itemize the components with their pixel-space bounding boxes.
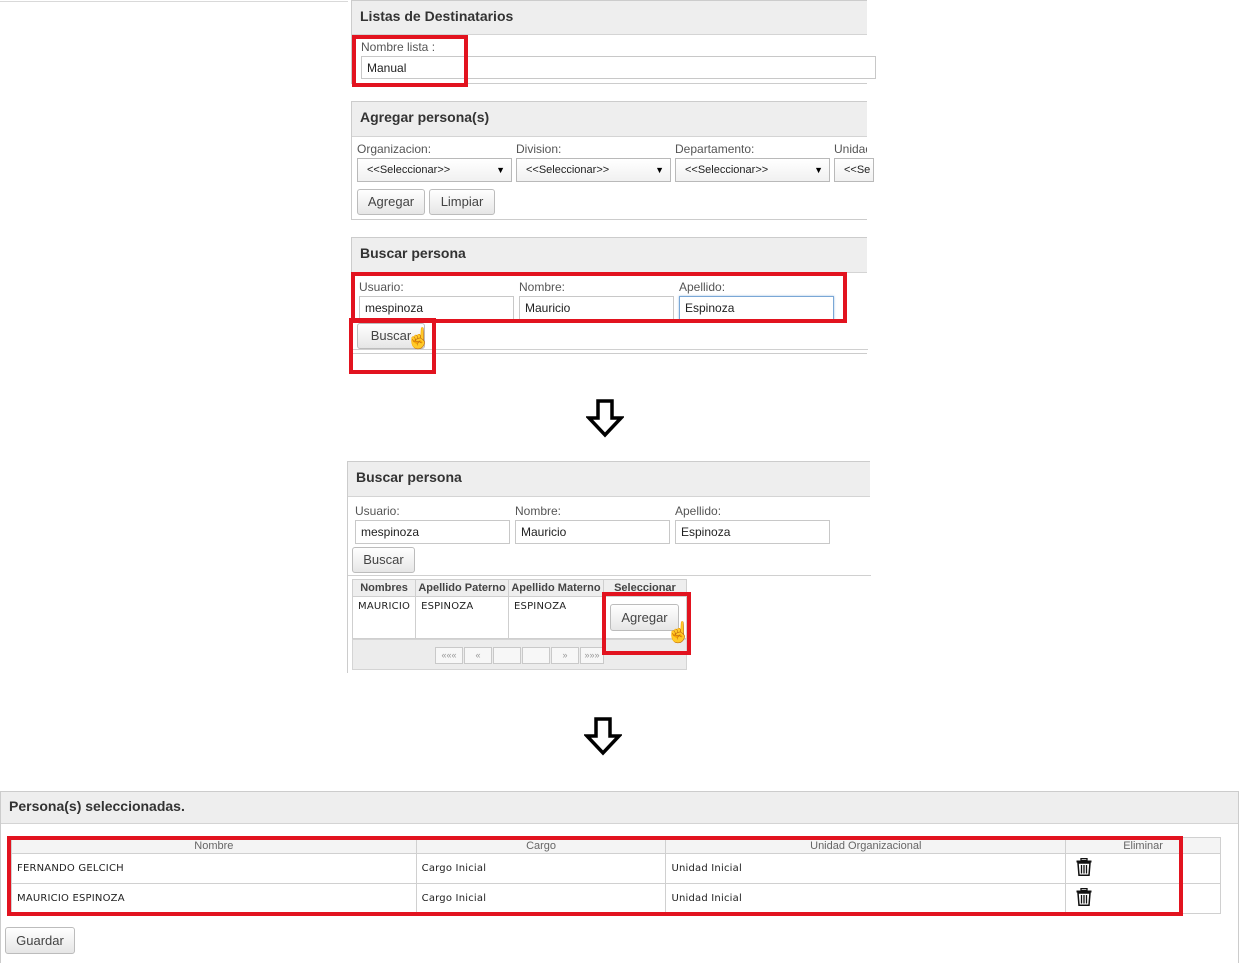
col-apellido-materno: Apellido Materno	[508, 579, 604, 597]
list-panel-title: Listas de Destinatarios	[352, 1, 867, 35]
division-select[interactable]: <<Seleccionar>> ▼	[516, 158, 671, 182]
departamento-label: Departamento:	[675, 142, 755, 156]
organizacion-select[interactable]: <<Seleccionar>> ▼	[357, 158, 512, 182]
chevron-down-icon: ▼	[814, 165, 823, 175]
cell-unidad: Unidad Inicial	[665, 883, 1067, 914]
col-apellido-paterno: Apellido Paterno	[415, 579, 510, 597]
chevron-down-icon: ▼	[655, 165, 664, 175]
col-eliminar: Eliminar	[1065, 837, 1221, 854]
add-person-panel: Agregar persona(s) Organizacion: <<Selec…	[351, 101, 874, 220]
pager-page-a[interactable]	[493, 647, 521, 664]
cell-eliminar	[1065, 853, 1221, 884]
search-panel-title: Buscar persona	[352, 238, 867, 273]
list-name-label: Nombre lista :	[361, 40, 436, 54]
cell-nombre: MAURICIO ESPINOZA	[11, 883, 417, 914]
departamento-value: <<Seleccionar>>	[685, 164, 769, 176]
unidad-label: Unidad	[834, 142, 867, 156]
table-row: FERNANDO GELCICH Cargo Inicial Unidad In…	[11, 853, 1221, 884]
lastname-label-2: Apellido:	[675, 504, 722, 518]
cell-unidad: Unidad Inicial	[665, 853, 1067, 884]
cell-materno: ESPINOZA	[508, 596, 604, 639]
col-nombres: Nombres	[351, 579, 417, 597]
trash-icon[interactable]	[1076, 887, 1092, 907]
chevron-down-icon: ▼	[496, 165, 505, 175]
col-unidad: Unidad Organizacional	[665, 837, 1067, 854]
col-seleccionar: Seleccionar	[602, 579, 688, 597]
user-label-2: Usuario:	[355, 504, 400, 518]
user-input[interactable]: mespinoza	[359, 296, 514, 320]
panel-bottom-rule-2	[348, 575, 871, 576]
departamento-select[interactable]: <<Seleccionar>> ▼	[675, 158, 830, 182]
organizacion-value: <<Seleccionar>>	[367, 164, 451, 176]
pager-last[interactable]: »»»	[580, 647, 604, 664]
add-person-button[interactable]: Agregar	[357, 189, 425, 215]
list-name-input[interactable]: Manual	[361, 56, 876, 79]
top-divider	[0, 1, 348, 2]
table-row: MAURICIO ESPINOZA Cargo Inicial Unidad I…	[11, 883, 1221, 914]
pager: ««« « » »»»	[352, 639, 687, 670]
lastname-label: Apellido:	[679, 280, 726, 294]
unidad-value: <<Se	[844, 164, 871, 176]
pager-prev[interactable]: «	[464, 647, 492, 664]
cell-cargo: Cargo Inicial	[416, 883, 667, 914]
name-label: Nombre:	[519, 280, 566, 294]
selected-table: Nombre Cargo Unidad Organizacional Elimi…	[11, 837, 1221, 914]
cell-eliminar	[1065, 883, 1221, 914]
unidad-select[interactable]: <<Se	[834, 158, 874, 182]
search-panel-title-2: Buscar persona	[348, 462, 870, 497]
user-input-2[interactable]: mespinoza	[355, 520, 510, 544]
organizacion-label: Organizacion:	[357, 142, 432, 156]
col-nombre: Nombre	[11, 837, 417, 854]
cell-nombre: FERNANDO GELCICH	[11, 853, 417, 884]
list-panel: Listas de Destinatarios Nombre lista : M…	[351, 0, 876, 84]
hand-pointer-icon: ☝	[666, 622, 691, 644]
pager-first[interactable]: «««	[435, 647, 463, 664]
arrow-down-icon	[586, 399, 624, 438]
cell-cargo: Cargo Inicial	[416, 853, 667, 884]
user-label: Usuario:	[359, 280, 404, 294]
lastname-input-2[interactable]: Espinoza	[675, 520, 830, 544]
cell-paterno: ESPINOZA	[415, 596, 510, 639]
pager-next[interactable]: »	[551, 647, 579, 664]
division-label: Division:	[516, 142, 562, 156]
save-button[interactable]: Guardar	[5, 927, 75, 954]
trash-icon[interactable]	[1076, 857, 1092, 877]
name-input-2[interactable]: Mauricio	[515, 520, 670, 544]
selected-header-row: Nombre Cargo Unidad Organizacional Elimi…	[11, 837, 1221, 854]
search-button-2[interactable]: Buscar	[352, 547, 415, 573]
name-label-2: Nombre:	[515, 504, 562, 518]
hand-pointer-icon: ☝	[406, 328, 431, 350]
results-header-row: Nombres Apellido Paterno Apellido Matern…	[351, 579, 688, 597]
add-person-title: Agregar persona(s)	[352, 102, 867, 137]
clear-button[interactable]: Limpiar	[429, 189, 495, 215]
col-cargo: Cargo	[416, 837, 667, 854]
lastname-input[interactable]: Espinoza	[679, 296, 834, 320]
arrow-down-icon	[584, 717, 622, 756]
cell-nombres: MAURICIO	[351, 596, 417, 639]
name-input[interactable]: Mauricio	[519, 296, 674, 320]
pager-page-b[interactable]	[522, 647, 550, 664]
selected-persons-title: Persona(s) seleccionadas.	[1, 792, 1238, 824]
division-value: <<Seleccionar>>	[526, 164, 610, 176]
